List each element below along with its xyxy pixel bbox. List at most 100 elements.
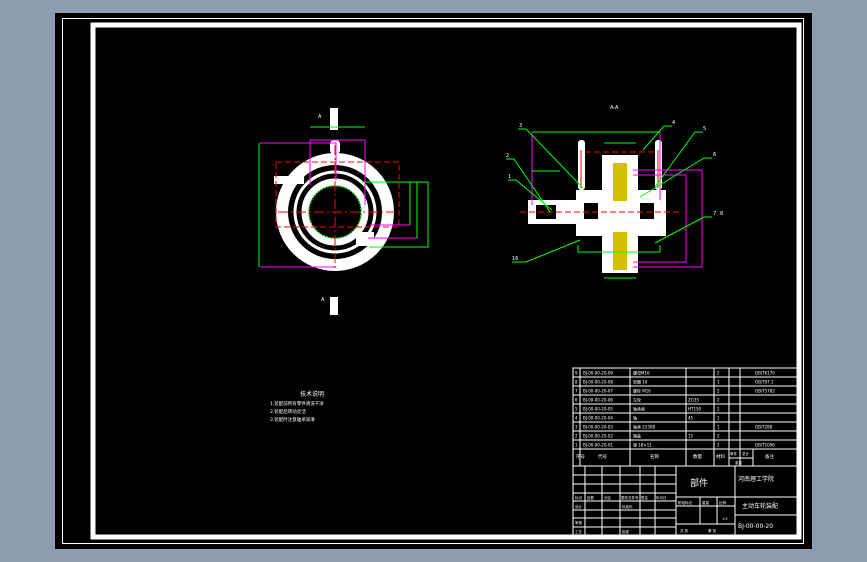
bom-cell-qty: 1 — [717, 425, 720, 430]
svg-text:技术说明: 技术说明 — [300, 390, 324, 398]
svg-text:代号: 代号 — [598, 453, 607, 460]
svg-text:6: 6 — [713, 152, 716, 158]
front-view-wheel: A A — [258, 108, 429, 315]
svg-text:材料: 材料 — [716, 453, 725, 460]
bom-row: 8 BJ-00-00-20-08 垫圈 16 1 GB/T97.1 — [575, 379, 774, 385]
bom-cell-material: HT150 — [688, 407, 702, 412]
bom-row: 2 BJ-00-00-20-02 端盖 15 2 — [575, 433, 720, 439]
svg-text:2: 2 — [506, 153, 509, 159]
svg-text:总计: 总计 — [742, 451, 750, 456]
bom-cell-name: 螺母M16 — [633, 370, 650, 376]
bom-row: 6 BJ-00-00-20-06 车轮 ZG35 2 — [575, 397, 720, 403]
bom-cell-code: BJ-00-00-20-09 — [583, 371, 613, 376]
svg-text:重量: 重量 — [702, 500, 710, 505]
bom-row: 4 BJ-00-00-20-04 轴 45 1 — [575, 415, 720, 421]
svg-text:3: 3 — [519, 123, 522, 129]
bom-cell-no: 5 — [575, 407, 578, 412]
bom-cell-no: 1 — [575, 443, 578, 448]
bom-cell-qty: 1 — [717, 443, 720, 448]
bom-cell-code: BJ-00-00-20-06 — [583, 398, 613, 403]
svg-text:1:5: 1:5 — [722, 517, 728, 521]
svg-text:4: 4 — [672, 120, 675, 126]
bom-cell-material: 45 — [688, 416, 694, 421]
bom-cell-qty: 2 — [717, 398, 720, 403]
bom-cell-no: 2 — [575, 434, 578, 439]
svg-text:比例: 比例 — [719, 500, 727, 505]
svg-text:标记: 标记 — [575, 495, 583, 500]
bom-cell-note: GB/T288 — [755, 425, 773, 430]
bom-cell-no: 4 — [575, 416, 578, 421]
bom-cell-material: 15 — [688, 434, 694, 439]
bom-row: 7 BJ-00-00-20-07 螺栓 M16 2 GB/T5782 — [575, 388, 775, 394]
bom-cell-material: ZG35 — [688, 398, 699, 403]
svg-text:A: A — [321, 297, 325, 303]
bom-cell-name: 端盖 — [633, 433, 641, 439]
bom-row: 5 BJ-00-00-20-05 轴承座 HT150 2 — [575, 406, 720, 412]
svg-text:2.装配后转动灵活: 2.装配后转动灵活 — [270, 408, 306, 415]
svg-text:批准: 批准 — [622, 529, 630, 534]
bom-cell-no: 6 — [575, 398, 578, 403]
bom-cell-code: BJ-00-00-20-05 — [583, 407, 613, 412]
technical-notes: 技术说明 1.装配前所有零件清洗干净 2.装配后转动灵活 3.装配时注意轴承润滑 — [270, 390, 324, 423]
svg-text:共 张: 共 张 — [680, 528, 689, 533]
svg-text:分区: 分区 — [604, 495, 612, 500]
drawing-sheet: A A A-A 1 2 3 4 5 6 7 8 16 技术说明 1.装配前所有零… — [62, 18, 804, 544]
bom-cell-code: BJ-00-00-20-01 — [583, 443, 613, 448]
bom-cell-code: BJ-00-00-20-02 — [583, 434, 613, 439]
svg-text:审核: 审核 — [575, 520, 583, 525]
bom-cell-qty: 2 — [717, 434, 720, 439]
svg-text:A-A: A-A — [610, 105, 619, 111]
bom-cell-code: BJ-00-00-20-03 — [583, 425, 613, 430]
bom-cell-note: GB/T5782 — [755, 389, 775, 394]
svg-text:备注: 备注 — [765, 453, 774, 460]
svg-text:河南理工学院: 河南理工学院 — [738, 475, 774, 483]
side-section-view: A-A 1 2 3 4 5 6 7 8 16 — [506, 105, 723, 279]
svg-text:年月日: 年月日 — [656, 495, 667, 500]
svg-text:第 张: 第 张 — [708, 528, 717, 533]
svg-text:8: 8 — [720, 211, 723, 217]
svg-text:名称: 名称 — [650, 453, 659, 460]
svg-text:5: 5 — [703, 126, 706, 132]
bom-cell-name: 轴承 22308 — [633, 424, 655, 430]
bom-cell-qty: 2 — [717, 389, 720, 394]
bom-cell-qty: 1 — [717, 380, 720, 385]
svg-text:16: 16 — [512, 256, 518, 262]
svg-text:BJ-00-00-20: BJ-00-00-20 — [738, 523, 773, 530]
cad-drawing-canvas[interactable]: A A A-A 1 2 3 4 5 6 7 8 16 技术说明 1.装配前所有零… — [55, 13, 812, 549]
svg-text:序号: 序号 — [576, 453, 585, 460]
bom-row: 3 BJ-00-00-20-03 轴承 22308 1 GB/T288 — [575, 424, 773, 430]
bom-cell-no: 8 — [575, 380, 578, 385]
svg-text:标准化: 标准化 — [622, 504, 633, 509]
svg-text:更改文件号: 更改文件号 — [621, 495, 639, 500]
bom-cell-qty: 2 — [717, 407, 720, 412]
svg-text:处数: 处数 — [587, 495, 595, 500]
bom-cell-qty: 2 — [717, 371, 720, 376]
svg-text:设计: 设计 — [575, 504, 583, 509]
bom-cell-no: 3 — [575, 425, 578, 430]
bom-cell-note: GB/T6170 — [755, 371, 775, 376]
bom-cell-no: 9 — [575, 371, 578, 376]
svg-text:主动车轮装配: 主动车轮装配 — [742, 502, 778, 510]
svg-text:3.装配时注意轴承润滑: 3.装配时注意轴承润滑 — [270, 416, 315, 423]
bom-cell-name: 螺栓 M16 — [633, 388, 651, 394]
svg-text:7: 7 — [713, 211, 716, 217]
bom-cell-name: 垫圈 16 — [633, 379, 648, 385]
svg-text:重量: 重量 — [735, 460, 743, 465]
svg-text:部件: 部件 — [690, 477, 708, 489]
svg-text:工艺: 工艺 — [575, 529, 583, 534]
bom-cell-code: BJ-00-00-20-07 — [583, 389, 613, 394]
inner-frame — [90, 22, 802, 540]
bom-cell-no: 7 — [575, 389, 578, 394]
bom-row: 1 BJ-00-00-20-01 键 18×11 1 GB/T1096 — [575, 442, 775, 448]
bom-cell-note: GB/T97.1 — [755, 380, 774, 385]
bom-cell-code: BJ-00-00-20-08 — [583, 380, 613, 385]
bom-cell-note: GB/T1096 — [755, 443, 775, 448]
bom-row: 9 BJ-00-00-20-09 螺母M16 2 GB/T6170 — [575, 370, 775, 376]
bom-cell-name: 车轮 — [633, 397, 641, 403]
outer-border — [62, 18, 804, 544]
svg-text:A: A — [318, 114, 322, 120]
svg-text:阶段标记: 阶段标记 — [678, 500, 692, 505]
svg-text:数量: 数量 — [693, 453, 702, 460]
bom-table: 9 BJ-00-00-20-09 螺母M16 2 GB/T6170 8 BJ-00-00-2… — [575, 370, 775, 448]
svg-text:单件: 单件 — [730, 451, 738, 456]
